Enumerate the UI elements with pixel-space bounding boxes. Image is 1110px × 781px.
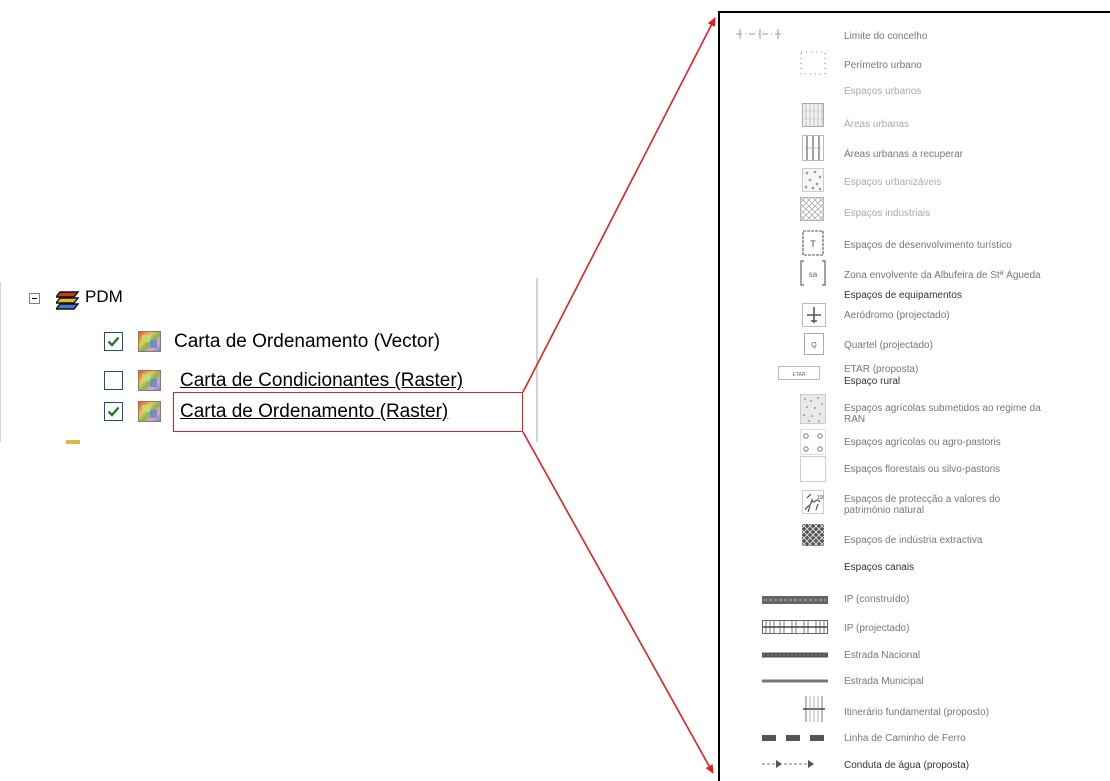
vertical-lines-symbol bbox=[802, 135, 824, 161]
water-pipe-symbol bbox=[762, 760, 814, 768]
legend-label: Espaços canais bbox=[844, 562, 915, 573]
legend-label: Espaços industriais bbox=[844, 208, 931, 219]
legend-label: Áreas urbanas bbox=[844, 119, 910, 130]
legend-label: Quartel (projectado) bbox=[844, 340, 933, 351]
legend-label: IP (projectado) bbox=[844, 623, 910, 634]
stipple-symbol bbox=[800, 394, 826, 424]
dense-cross-symbol bbox=[802, 524, 824, 546]
road-municipal-symbol bbox=[762, 679, 828, 683]
legend-label: Perímetro urbano bbox=[844, 60, 922, 71]
legend-label: IP (construído) bbox=[844, 594, 910, 605]
svg-text:T: T bbox=[810, 239, 816, 249]
road-ip-built-symbol bbox=[762, 596, 828, 604]
legend-label: Espaços florestais ou silvo-pastoris bbox=[844, 464, 1001, 475]
legend-label: Estrada Nacional bbox=[844, 650, 921, 661]
legend-label: Espaços urbanos bbox=[844, 86, 922, 97]
legend-label: Espaços de protecção a valores do patrim… bbox=[844, 494, 1001, 516]
svg-text:Q: Q bbox=[811, 342, 817, 349]
svg-text:ETAR: ETAR bbox=[793, 372, 806, 378]
dotted-rect-symbol bbox=[800, 51, 826, 75]
svg-text:sa: sa bbox=[809, 270, 818, 279]
legend-label: Aeródromo (projectado) bbox=[844, 310, 950, 321]
legend-label: Estrada Municipal bbox=[844, 676, 924, 687]
railway-symbol bbox=[762, 735, 824, 741]
road-ip-planned-symbol bbox=[762, 620, 828, 634]
empty-box-symbol bbox=[800, 456, 826, 482]
legend-label: Espaços de equipamentos bbox=[844, 290, 962, 301]
road-national-symbol bbox=[762, 652, 828, 658]
legend-label: Itinerário fundamental (proposto) bbox=[844, 707, 990, 718]
legend-label: Linha de Caminho de Ferro bbox=[844, 733, 966, 744]
legend-label: Espaços agrícolas ou agro-pastoris bbox=[844, 437, 1001, 448]
reservoir-bracket-symbol: sa bbox=[800, 260, 826, 286]
legend-label: Espaços agrícolas submetidos ao regime d… bbox=[844, 403, 1041, 425]
scribble-symbol: 100 bbox=[802, 490, 824, 514]
vertical-hatch-symbol bbox=[802, 103, 824, 127]
barracks-q-symbol: Q bbox=[804, 333, 824, 355]
legend-label: Conduta de água (proposta) bbox=[844, 760, 970, 771]
legend-panel: Limite do concelho Perímetro urbano Espa… bbox=[718, 11, 1110, 781]
boundary-dash-symbol bbox=[736, 29, 782, 39]
dot-pattern-symbol bbox=[802, 168, 824, 192]
arrow-to-legend-top bbox=[522, 17, 716, 393]
legend-label: ETAR (proposta) bbox=[844, 364, 919, 375]
legend-label: Áreas urbanas a recuperar bbox=[844, 149, 963, 160]
tourism-t-box-symbol: T bbox=[802, 230, 824, 256]
legend-label: Espaços de indústria extractiva bbox=[844, 535, 983, 546]
road-ladder-symbol bbox=[803, 696, 825, 722]
etar-symbol: ETAR bbox=[778, 366, 820, 380]
legend-label: Espaços de desenvolvimento turístico bbox=[844, 240, 1012, 251]
legend-label: Espaço rural bbox=[844, 376, 901, 387]
cross-hatch-symbol bbox=[800, 197, 824, 221]
circle-grid-symbol bbox=[800, 429, 826, 455]
plane-icon bbox=[802, 303, 826, 327]
legend-label: Espaços urbanizáveis bbox=[844, 177, 942, 188]
legend-label: Zona envolvente da Albufeira de Stª Águe… bbox=[844, 270, 1041, 281]
arrow-to-legend-bottom bbox=[522, 431, 714, 774]
svg-text:100: 100 bbox=[817, 495, 824, 501]
legend-label: Limite do concelho bbox=[844, 31, 928, 42]
